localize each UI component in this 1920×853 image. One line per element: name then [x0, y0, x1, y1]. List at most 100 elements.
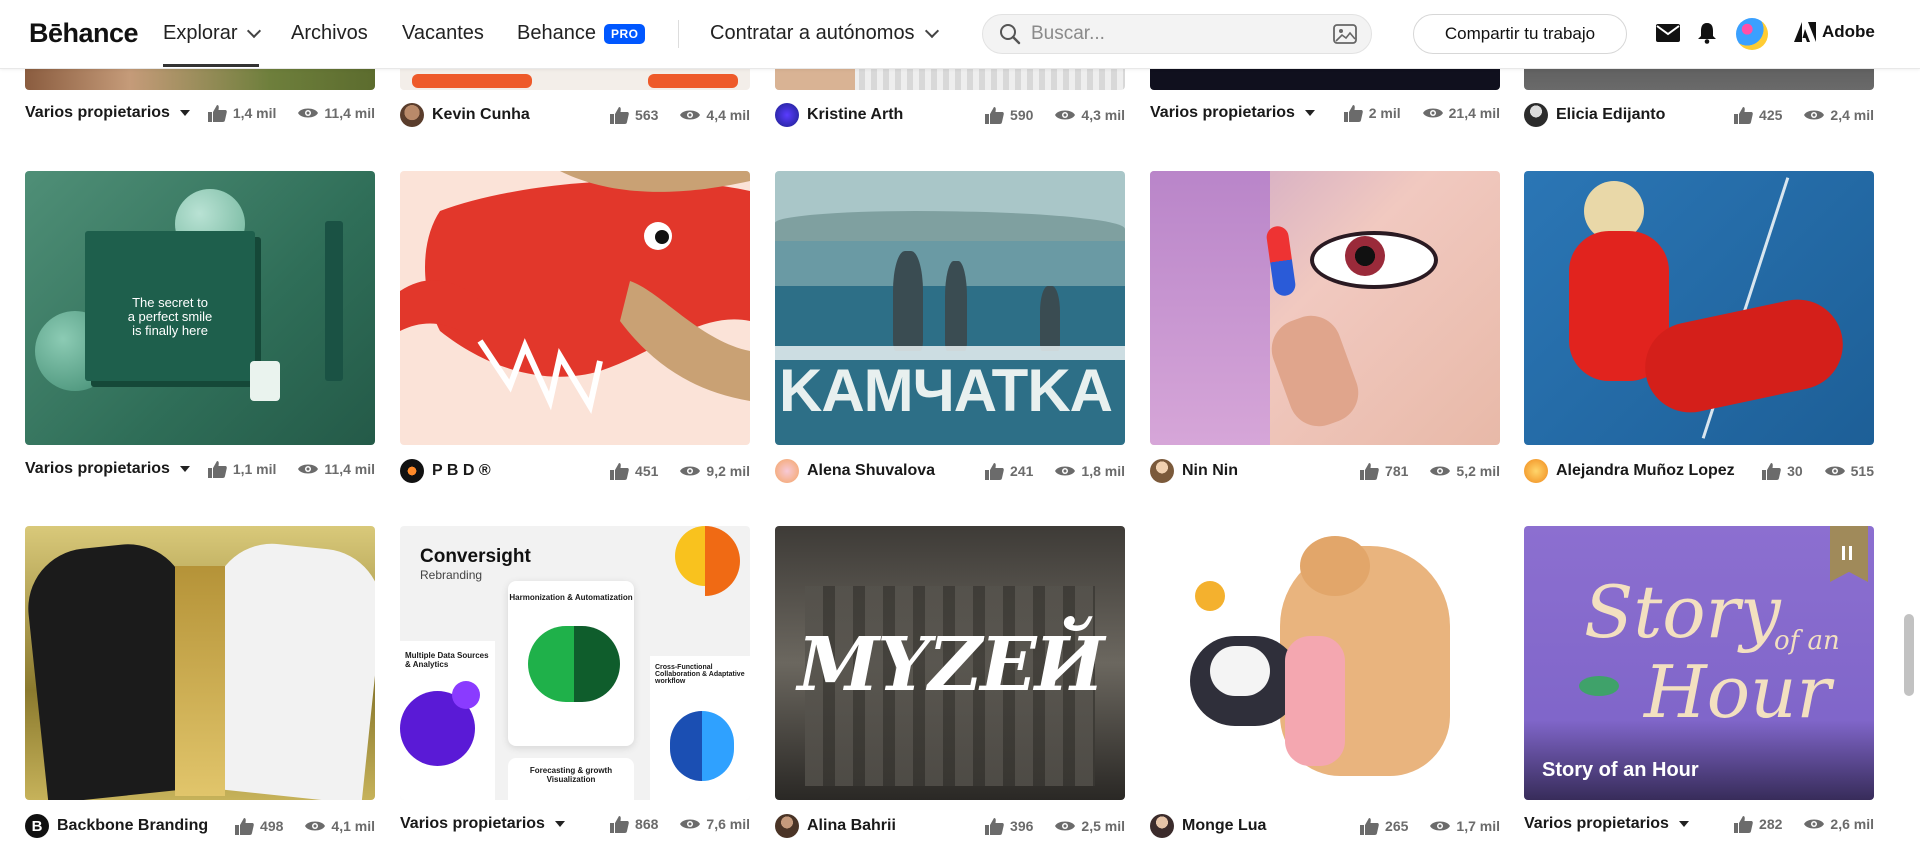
owner-link[interactable]: Kristine Arth: [775, 103, 903, 127]
owner-link[interactable]: Monge Lua: [1150, 814, 1266, 838]
project-stats: 241 1,8 mil: [984, 462, 1125, 480]
owner-link[interactable]: Alena Shuvalova: [775, 459, 935, 483]
eye-icon: [1824, 466, 1845, 476]
likes-count: 498: [260, 818, 284, 834]
owner-avatar: [775, 459, 799, 483]
owner-link[interactable]: P B D ®: [400, 459, 491, 483]
project-thumbnail[interactable]: [25, 526, 375, 800]
likes-count: 868: [635, 816, 659, 832]
behance-logo[interactable]: Bēhance: [29, 18, 139, 49]
project-stats: 396 2,5 mil: [984, 817, 1125, 835]
thumbs-up-icon[interactable]: [207, 104, 227, 122]
thumbnail-art-text: Rebranding: [420, 568, 483, 582]
thumbs-up-icon[interactable]: [1343, 104, 1363, 122]
thumbnail-art-text: a perfect smile: [127, 309, 213, 324]
likes-count: 282: [1759, 816, 1783, 832]
share-work-button[interactable]: Compartir tu trabajo: [1413, 14, 1627, 54]
nav-vacantes[interactable]: Vacantes: [402, 22, 484, 45]
project-thumbnail[interactable]: Conversight Rebranding Harmonization & A…: [400, 526, 750, 800]
views-count: 2,4 mil: [1830, 107, 1874, 123]
thumbs-up-icon[interactable]: [1359, 817, 1379, 835]
project-meta: Varios propietarios 2 mil 21,4 mil: [1150, 101, 1500, 125]
owner-dropdown[interactable]: Varios propietarios: [25, 104, 190, 122]
views-count: 2,6 mil: [1830, 816, 1874, 832]
project-meta: Elicia Edijanto 425 2,4 mil: [1524, 103, 1874, 127]
project-thumbnail[interactable]: [1150, 171, 1500, 445]
thumbs-up-icon[interactable]: [234, 817, 254, 835]
likes-count: 590: [1010, 107, 1034, 123]
owner-dropdown[interactable]: Varios propietarios: [1524, 815, 1689, 833]
caret-down-icon: [554, 821, 565, 827]
project-thumbnail[interactable]: [400, 171, 750, 445]
nav-explorar-label: Explorar: [163, 22, 238, 44]
eye-icon: [680, 466, 701, 476]
likes-count: 563: [635, 107, 659, 123]
project-thumbnail[interactable]: [1524, 171, 1874, 445]
mail-icon[interactable]: [1656, 24, 1680, 42]
adobe-link[interactable]: Adobe: [1794, 22, 1875, 42]
owner-avatar: [1150, 459, 1174, 483]
owner-name: Varios propietarios: [25, 104, 170, 121]
owner-link[interactable]: Kevin Cunha: [400, 103, 530, 127]
search-input[interactable]: [1029, 22, 1323, 46]
nav-behance-pro[interactable]: Behance PRO: [517, 22, 646, 45]
thumbnail-art-text: Harmonization & Automatization: [509, 593, 633, 602]
thumbs-up-icon[interactable]: [1359, 462, 1379, 480]
owner-link[interactable]: B Backbone Branding: [25, 814, 208, 838]
page-scrollbar[interactable]: [1904, 614, 1914, 696]
project-meta: Alina Bahrii 396 2,5 mil: [775, 814, 1125, 838]
eye-icon: [305, 821, 326, 831]
project-thumbnail[interactable]: The secret to a perfect smile is finally…: [25, 171, 375, 445]
project-meta: Kristine Arth 590 4,3 mil: [775, 103, 1125, 127]
thumbs-up-icon[interactable]: [207, 460, 227, 478]
nav-divider: [678, 20, 679, 48]
owner-link[interactable]: Nin Nin: [1150, 459, 1238, 483]
owner-link[interactable]: Alejandra Muñoz Lopez: [1524, 459, 1735, 483]
owner-link[interactable]: Alina Bahrii: [775, 814, 896, 838]
project-stats: 451 9,2 mil: [609, 462, 750, 480]
bell-icon[interactable]: [1697, 22, 1717, 44]
eye-icon: [1055, 821, 1076, 831]
views-count: 4,3 mil: [1081, 107, 1125, 123]
thumbnail-art-text: MYZEЙ: [797, 622, 1104, 708]
owner-dropdown[interactable]: Varios propietarios: [1150, 104, 1315, 122]
owner-link[interactable]: Elicia Edijanto: [1524, 103, 1665, 127]
adobe-logo-icon: [1794, 22, 1816, 42]
user-avatar[interactable]: [1736, 18, 1768, 50]
thumbs-up-icon[interactable]: [1761, 462, 1781, 480]
owner-name: Varios propietarios: [1150, 104, 1295, 121]
owner-dropdown[interactable]: Varios propietarios: [400, 815, 565, 833]
project-stats: 2 mil 21,4 mil: [1343, 104, 1500, 122]
thumbs-up-icon[interactable]: [984, 106, 1004, 124]
nav-explorar[interactable]: Explorar: [163, 22, 262, 67]
owner-name: Varios propietarios: [400, 815, 545, 832]
image-search-icon[interactable]: [1333, 24, 1357, 44]
eye-icon: [1055, 466, 1076, 476]
project-thumbnail[interactable]: MYZEЙ: [775, 526, 1125, 800]
thumbs-up-icon[interactable]: [1733, 815, 1753, 833]
thumbs-up-icon[interactable]: [984, 462, 1004, 480]
thumbnail-art-text: Multiple Data Sources & Analytics: [405, 651, 489, 669]
nav-archivos[interactable]: Archivos: [291, 22, 368, 45]
likes-count: 451: [635, 463, 659, 479]
owner-name: Kristine Arth: [807, 106, 904, 123]
views-count: 1,8 mil: [1081, 463, 1125, 479]
thumbnail-art-text: Cross-Functional Collaboration & Adaptat…: [655, 664, 745, 685]
thumbs-up-icon[interactable]: [609, 462, 629, 480]
nav-hire-freelancers[interactable]: Contratar a autónomos: [710, 22, 939, 45]
owner-avatar: [1150, 814, 1174, 838]
owner-avatar: [1524, 459, 1548, 483]
top-navigation: Bēhance Explorar Archivos Vacantes Behan…: [0, 0, 1920, 69]
project-thumbnail[interactable]: [1150, 526, 1500, 800]
eye-icon: [1430, 821, 1451, 831]
views-count: 9,2 mil: [706, 463, 750, 479]
thumbs-up-icon[interactable]: [1733, 106, 1753, 124]
owner-name: Alejandra Muñoz Lopez: [1556, 462, 1735, 479]
owner-dropdown[interactable]: Varios propietarios: [25, 460, 190, 478]
project-thumbnail[interactable]: KAMЧATKA: [775, 171, 1125, 445]
thumbs-up-icon[interactable]: [609, 106, 629, 124]
likes-count: 781: [1385, 463, 1409, 479]
thumbs-up-icon[interactable]: [984, 817, 1004, 835]
thumbs-up-icon[interactable]: [609, 815, 629, 833]
project-thumbnail[interactable]: Story of an Hour Story of an Hour: [1524, 526, 1874, 800]
